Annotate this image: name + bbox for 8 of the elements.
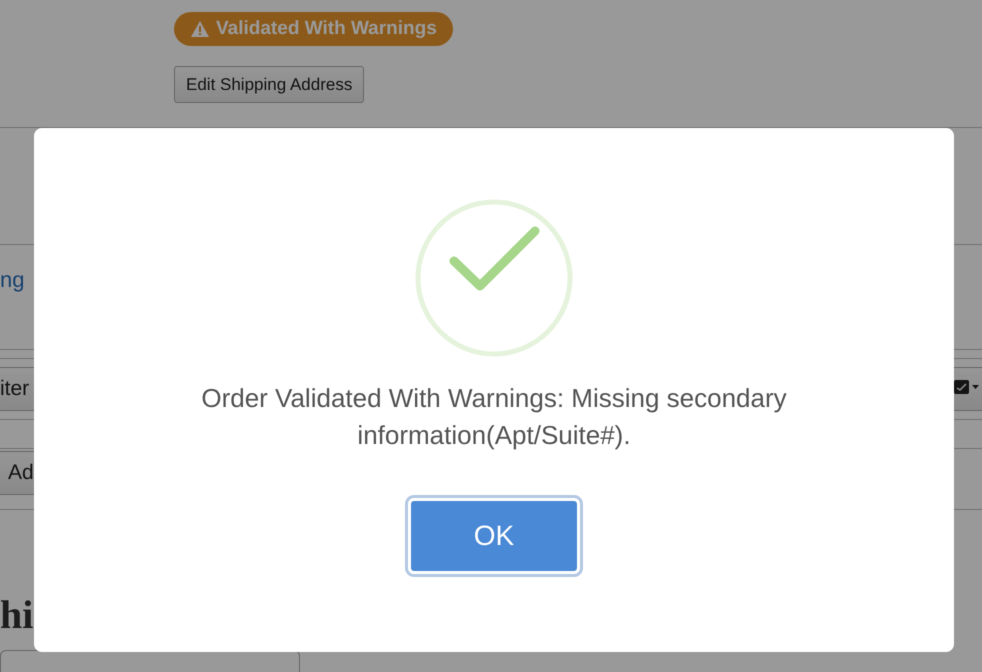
- edit-shipping-address-button[interactable]: Edit Shipping Address: [174, 66, 364, 103]
- success-check-icon: [414, 198, 574, 358]
- modal-message: Order Validated With Warnings: Missing secondary information(Apt/Suite#).: [200, 382, 788, 452]
- section-heading: hi: [0, 591, 34, 639]
- warning-icon: [190, 20, 210, 38]
- ok-button[interactable]: OK: [408, 498, 580, 574]
- check-square-icon: [954, 378, 980, 394]
- status-label: Validated With Warnings: [216, 18, 437, 40]
